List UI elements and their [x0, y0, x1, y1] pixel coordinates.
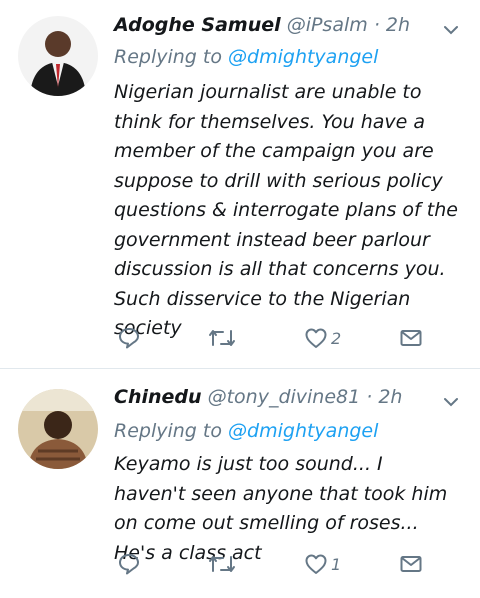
like-button[interactable]: 1	[304, 551, 341, 577]
display-name[interactable]: Adoghe Samuel	[114, 14, 281, 36]
replying-to: Replying to @dmightyangel	[114, 420, 378, 442]
timestamp[interactable]: · 2h	[374, 14, 410, 36]
reply-button[interactable]	[117, 325, 141, 351]
avatar[interactable]	[18, 389, 98, 469]
reply-icon	[117, 326, 141, 350]
replying-to-handle[interactable]: @dmightyangel	[228, 420, 378, 442]
display-name[interactable]: Chinedu	[114, 386, 202, 408]
reply-button[interactable]	[117, 551, 141, 577]
retweet-button[interactable]	[208, 325, 236, 351]
chevron-down-icon[interactable]	[444, 394, 458, 408]
like-count: 2	[331, 328, 342, 348]
replying-to-label: Replying to	[114, 420, 222, 442]
like-icon	[304, 552, 328, 576]
tweet-actions: 1	[114, 551, 434, 581]
tweet-header: Adoghe Samuel @iPsalm · 2h	[114, 14, 410, 44]
replying-to-label: Replying to	[114, 46, 222, 68]
retweet-icon	[208, 326, 236, 350]
tweet-header: Chinedu @tony_divine81 · 2h	[114, 386, 402, 416]
message-button[interactable]	[399, 325, 423, 351]
timestamp[interactable]: · 2h	[366, 386, 402, 408]
chevron-down-icon[interactable]	[444, 22, 458, 36]
tweet-actions: 2	[114, 325, 434, 355]
handle[interactable]: @tony_divine81	[208, 386, 361, 408]
like-button[interactable]: 2	[304, 325, 341, 351]
tweet[interactable]: Chinedu @tony_divine81 · 2h Replying to …	[0, 369, 480, 598]
message-icon	[399, 552, 423, 576]
tweet[interactable]: Adoghe Samuel @iPsalm · 2h Replying to @…	[0, 0, 480, 362]
reply-icon	[117, 552, 141, 576]
replying-to: Replying to @dmightyangel	[114, 46, 378, 68]
message-button[interactable]	[399, 551, 423, 577]
like-icon	[304, 326, 328, 350]
replying-to-handle[interactable]: @dmightyangel	[228, 46, 378, 68]
message-icon	[399, 326, 423, 350]
handle[interactable]: @iPsalm	[287, 14, 368, 36]
avatar[interactable]	[18, 16, 98, 96]
retweet-button[interactable]	[208, 551, 236, 577]
retweet-icon	[208, 552, 236, 576]
like-count: 1	[331, 554, 342, 574]
tweet-text: Nigerian journalist are unable to think …	[114, 81, 458, 339]
